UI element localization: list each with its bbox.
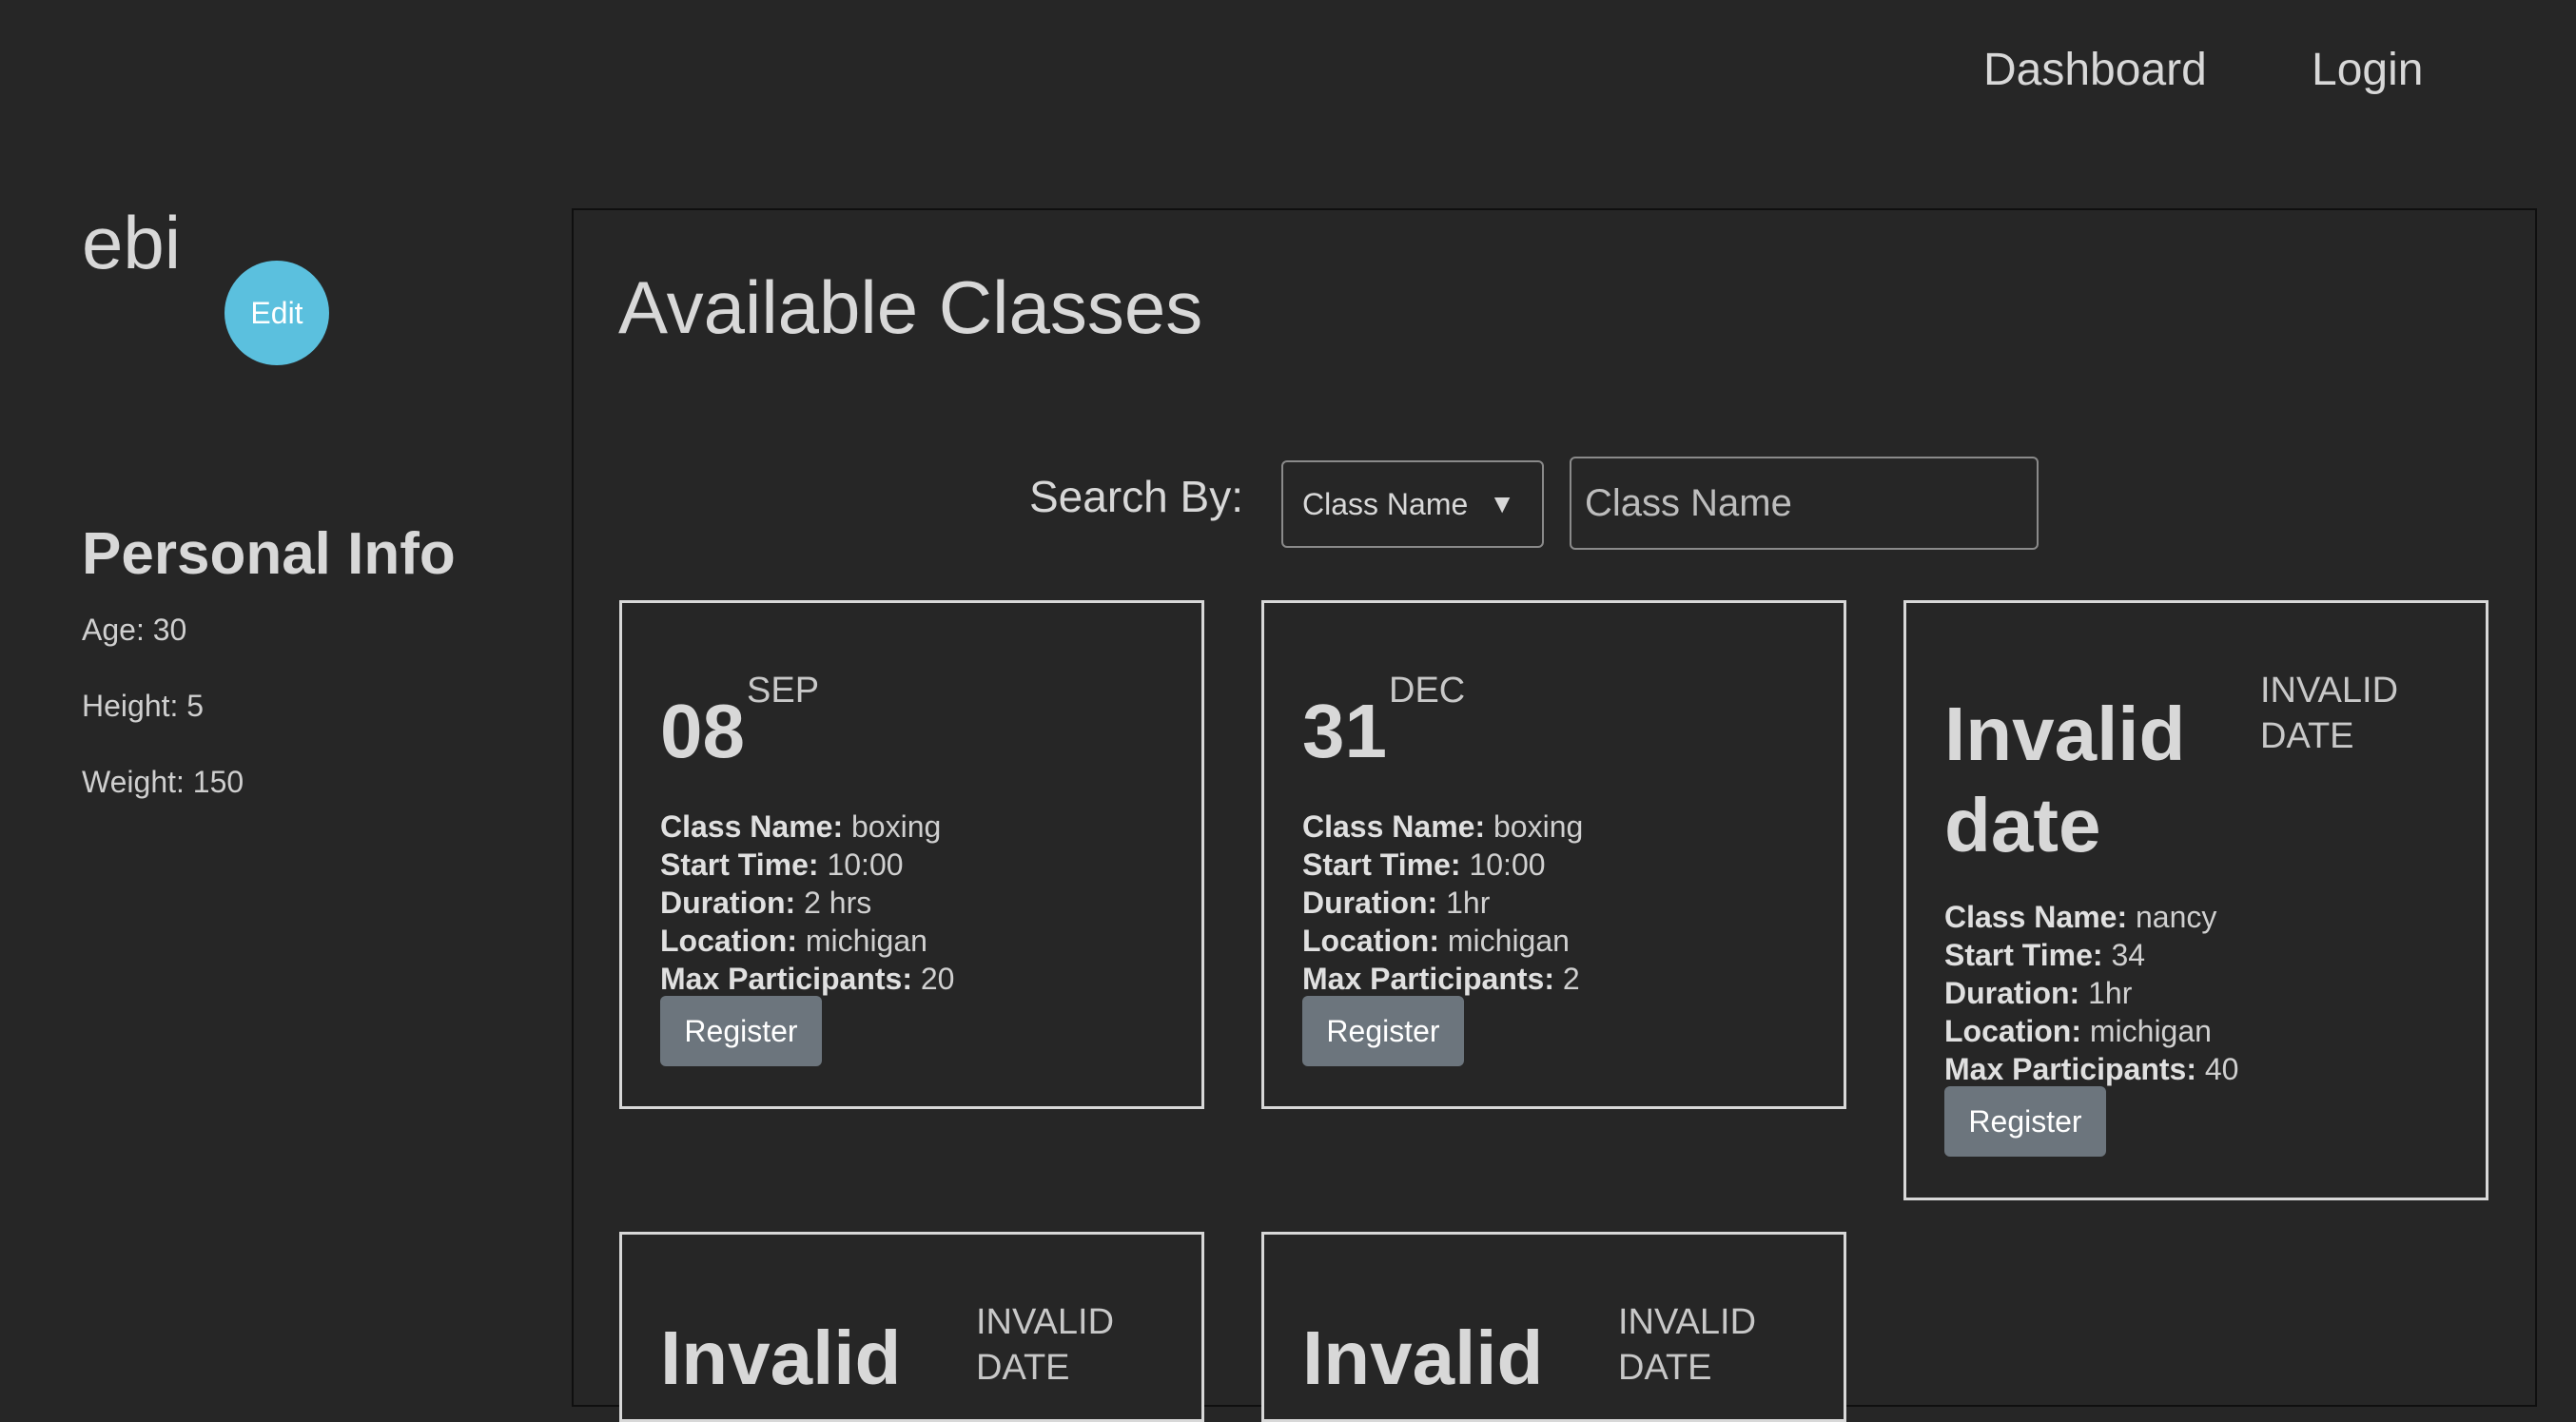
dropdown-caret-icon: ▼ (1489, 489, 1515, 518)
class-card: Invalid INVALID DATE (1261, 1232, 1846, 1422)
class-details: Class Name: nancy Start Time: 34 Duratio… (1944, 898, 2238, 1088)
register-button[interactable]: Register (1302, 996, 1464, 1066)
start-time-row: Start Time: 10:00 (660, 847, 904, 882)
location-row: Location: michigan (660, 924, 927, 958)
edit-profile-button[interactable]: Edit (224, 261, 329, 365)
nav-login-link[interactable]: Login (2312, 42, 2423, 99)
start-time-row: Start Time: 10:00 (1302, 847, 1546, 882)
max-participants-row: Max Participants: 20 (660, 962, 955, 996)
page-title: Available Classes (618, 265, 1203, 349)
max-participants-row: Max Participants: 2 (1302, 962, 1580, 996)
class-date-day: 08 (660, 689, 745, 773)
profile-username: ebi (82, 201, 182, 284)
search-input[interactable] (1570, 457, 2039, 550)
info-weight: Weight: 150 (82, 765, 244, 799)
class-card: Invalid date INVALID DATE Class Name: na… (1903, 600, 2488, 1200)
info-age: Age: 30 (82, 613, 187, 647)
location-row: Location: michigan (1302, 924, 1570, 958)
class-details: Class Name: boxing Start Time: 10:00 Dur… (660, 808, 954, 998)
register-button[interactable]: Register (1944, 1086, 2106, 1157)
class-name-row: Class Name: boxing (1302, 809, 1584, 844)
register-button[interactable]: Register (660, 996, 822, 1066)
duration-row: Duration: 2 hrs (660, 886, 872, 920)
class-name-row: Class Name: boxing (660, 809, 942, 844)
search-by-select[interactable]: Class Name ▼ (1281, 460, 1544, 548)
class-date-day: Invalid (660, 1315, 902, 1400)
max-participants-row: Max Participants: 40 (1944, 1052, 2239, 1086)
duration-row: Duration: 1hr (1944, 976, 2133, 1010)
class-date-month: SEP (747, 671, 820, 711)
start-time-row: Start Time: 34 (1944, 938, 2146, 972)
class-date-day: Invalid (1302, 1315, 1544, 1400)
search-by-select-value: Class Name (1302, 486, 1469, 521)
class-date-month: INVALID DATE (2260, 671, 2399, 756)
duration-row: Duration: 1hr (1302, 886, 1491, 920)
search-by-label: Search By: (1029, 472, 1243, 521)
nav-dashboard-link[interactable]: Dashboard (1983, 42, 2207, 99)
class-date-month: INVALID DATE (1618, 1302, 1757, 1388)
location-row: Location: michigan (1944, 1014, 2212, 1048)
class-date-month: INVALID DATE (976, 1302, 1115, 1388)
class-date-month: DEC (1389, 671, 1466, 711)
class-name-row: Class Name: nancy (1944, 900, 2217, 934)
class-details: Class Name: boxing Start Time: 10:00 Dur… (1302, 808, 1583, 998)
class-date-day: Invalid date (1944, 692, 2186, 867)
class-card: 31 DEC Class Name: boxing Start Time: 10… (1261, 600, 1846, 1109)
top-navbar: Dashboard Login (0, 0, 2576, 143)
info-height: Height: 5 (82, 689, 205, 723)
personal-info-heading: Personal Info (82, 521, 456, 587)
class-date-day: 31 (1302, 689, 1387, 773)
class-card: Invalid INVALID DATE (619, 1232, 1204, 1422)
class-card: 08 SEP Class Name: boxing Start Time: 10… (619, 600, 1204, 1109)
